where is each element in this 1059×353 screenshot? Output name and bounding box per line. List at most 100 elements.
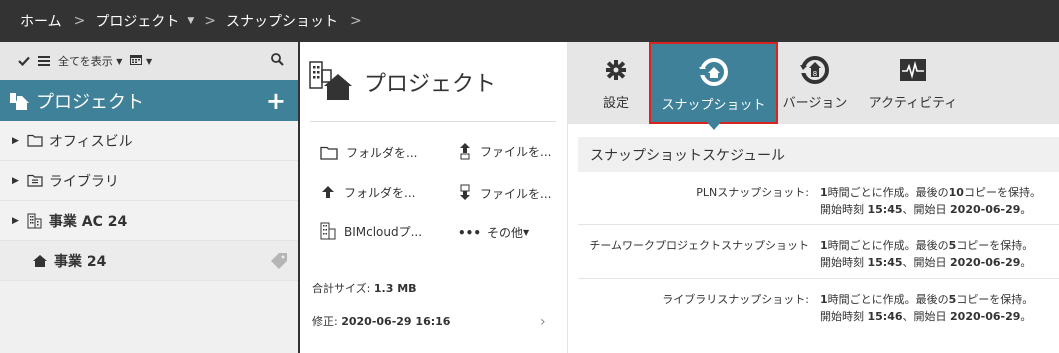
chevron-right-icon[interactable]: › xyxy=(540,314,546,330)
tab-activity[interactable]: アクティビティ xyxy=(858,42,968,124)
svg-text:8: 8 xyxy=(813,70,817,78)
value-part: コピーを保持。 xyxy=(956,239,1034,252)
value-part: 1 xyxy=(820,186,828,199)
breadcrumb-separator: > xyxy=(349,13,362,29)
tab-settings[interactable]: 設定 xyxy=(588,42,644,124)
value-part: 1 xyxy=(820,293,828,306)
value-part: 開始時刻 xyxy=(820,256,868,269)
breadcrumb-project[interactable]: プロジェクト xyxy=(95,11,179,31)
schedule-row-value: 1時間ごとに作成。最後の5コピーを保持。 開始時刻 15:45、開始日 2020… xyxy=(820,237,1033,271)
calendar-dropdown[interactable]: ▼ xyxy=(130,54,152,68)
total-size-label: 合計サイズ: xyxy=(312,282,371,295)
value-part: 、開始日 xyxy=(902,203,951,216)
value-part: 1 xyxy=(820,239,828,252)
tag-icon[interactable] xyxy=(270,253,288,275)
breadcrumb-snapshot[interactable]: スナップショット xyxy=(226,11,338,31)
file-upload-icon xyxy=(458,142,472,160)
tree-item-label: 事業 24 xyxy=(54,253,107,270)
project-building-icon xyxy=(308,58,354,106)
value-part: コピーを保持。 xyxy=(956,293,1034,306)
tab-snapshot[interactable]: スナップショット xyxy=(649,42,778,130)
modified-value: 2020-06-29 16:16 xyxy=(341,315,451,328)
value-part: 2020-06-29 xyxy=(950,203,1021,216)
expand-arrow-icon[interactable]: ▶ xyxy=(12,176,19,186)
tab-activity-label: アクティビティ xyxy=(868,96,958,111)
breadcrumb: ホーム > プロジェクト ▼ > スナップショット > xyxy=(0,0,1059,42)
library-icon xyxy=(27,174,43,187)
modified-label: 修正: xyxy=(312,315,338,328)
more-label: その他 xyxy=(487,226,524,240)
value-part: 開始時刻 xyxy=(820,203,868,216)
breadcrumb-separator: > xyxy=(73,13,86,29)
value-part: 時間ごとに作成。最後の xyxy=(827,293,949,306)
expand-arrow-icon[interactable]: ▶ xyxy=(12,136,19,146)
schedule-row-label: PLNスナップショット: xyxy=(696,186,809,199)
divider xyxy=(578,224,1059,225)
tab-settings-label: 設定 xyxy=(602,96,629,111)
gear-icon xyxy=(605,54,627,86)
value-part: 15:45 xyxy=(867,256,903,269)
value-part: 。 xyxy=(1020,203,1032,216)
breadcrumb-home[interactable]: ホーム xyxy=(20,11,62,31)
project-tree-panel: 全てを表示 ▼ ▼ プロジェクト + ▶ オフィスビル ▶ ライブラリ ▶ 事業… xyxy=(0,42,298,353)
folder-icon xyxy=(320,146,338,160)
tree-item-office[interactable]: ▶ オフィスビル xyxy=(0,121,298,161)
value-part: 15:45 xyxy=(867,203,903,216)
calendar-icon xyxy=(130,54,143,68)
more-dropdown[interactable]: ••• その他 ▼ xyxy=(458,224,529,241)
upload-folder-button[interactable]: フォルダを... xyxy=(320,184,415,201)
download-file-button[interactable]: ファイルを... xyxy=(458,184,551,202)
value-part: 15:46 xyxy=(867,310,903,323)
bimcloud-label: BIMcloudプ... xyxy=(344,224,423,239)
add-project-button[interactable]: + xyxy=(266,87,286,115)
value-part: 、開始日 xyxy=(902,256,951,269)
project-title: プロジェクト xyxy=(364,72,497,97)
new-folder-label: フォルダを... xyxy=(346,146,418,160)
schedule-row-value: 1時間ごとに作成。最後の10コピーを保持。 開始時刻 15:45、開始日 202… xyxy=(820,184,1041,218)
upload-folder-label: フォルダを... xyxy=(344,186,416,200)
check-icon[interactable] xyxy=(18,56,30,66)
expand-arrow-icon[interactable]: ▶ xyxy=(12,216,19,226)
tree-item-label: ライブラリ xyxy=(48,173,119,190)
building-icon xyxy=(320,222,336,240)
project-details-panel: プロジェクト フォルダを... ファイルを... フォルダを... ファイルを.… xyxy=(300,42,568,353)
divider xyxy=(578,278,1059,279)
tab-version[interactable]: 8 バージョン xyxy=(776,42,854,124)
chevron-down-icon: ▼ xyxy=(116,56,123,66)
value-part: 時間ごとに作成。最後の xyxy=(827,186,949,199)
tab-snapshot-label: スナップショット xyxy=(661,98,766,113)
new-folder-button[interactable]: フォルダを... xyxy=(320,144,417,161)
new-file-button[interactable]: ファイルを... xyxy=(458,142,551,160)
chevron-down-icon: ▼ xyxy=(145,56,153,66)
total-size: 合計サイズ: 1.3 MB xyxy=(312,280,417,296)
tree-item-project24[interactable]: 事業 24 xyxy=(0,241,298,281)
show-all-label: 全てを表示 xyxy=(58,55,113,68)
tree-item-label: 事業 AC 24 xyxy=(48,213,128,230)
schedule-row-label: チームワークプロジェクトスナップショット xyxy=(589,239,809,252)
tree-item-library[interactable]: ▶ ライブラリ xyxy=(0,161,298,201)
list-icon[interactable] xyxy=(38,56,50,66)
tree-item-ac24[interactable]: ▶ 事業 AC 24 xyxy=(0,201,298,241)
show-all-dropdown[interactable]: 全てを表示 ▼ xyxy=(58,53,122,69)
bimcloud-button[interactable]: BIMcloudプ... xyxy=(320,222,422,240)
value-part: 開始時刻 xyxy=(820,310,868,323)
chevron-down-icon[interactable]: ▼ xyxy=(187,16,194,26)
chevron-down-icon: ▼ xyxy=(523,228,530,237)
project-title-block: プロジェクト xyxy=(308,58,496,106)
snapshot-icon xyxy=(698,56,729,88)
value-part: 。 xyxy=(1020,310,1032,323)
value-part: 時間ごとに作成。最後の xyxy=(827,239,949,252)
project-house-icon xyxy=(8,91,30,111)
tree-header[interactable]: プロジェクト + xyxy=(0,80,298,121)
total-size-value: 1.3 MB xyxy=(373,282,417,295)
search-icon[interactable] xyxy=(271,53,284,69)
tree-header-title: プロジェクト xyxy=(36,91,144,113)
new-file-label: ファイルを... xyxy=(480,144,552,159)
folder-upload-icon xyxy=(320,185,336,201)
value-part: 。 xyxy=(1020,256,1032,269)
project-house-icon xyxy=(32,254,48,268)
modified-date: 修正: 2020-06-29 16:16 xyxy=(312,313,450,329)
value-part: 10 xyxy=(948,186,964,199)
value-part: コピーを保持。 xyxy=(963,186,1041,199)
building-icon xyxy=(27,213,43,229)
